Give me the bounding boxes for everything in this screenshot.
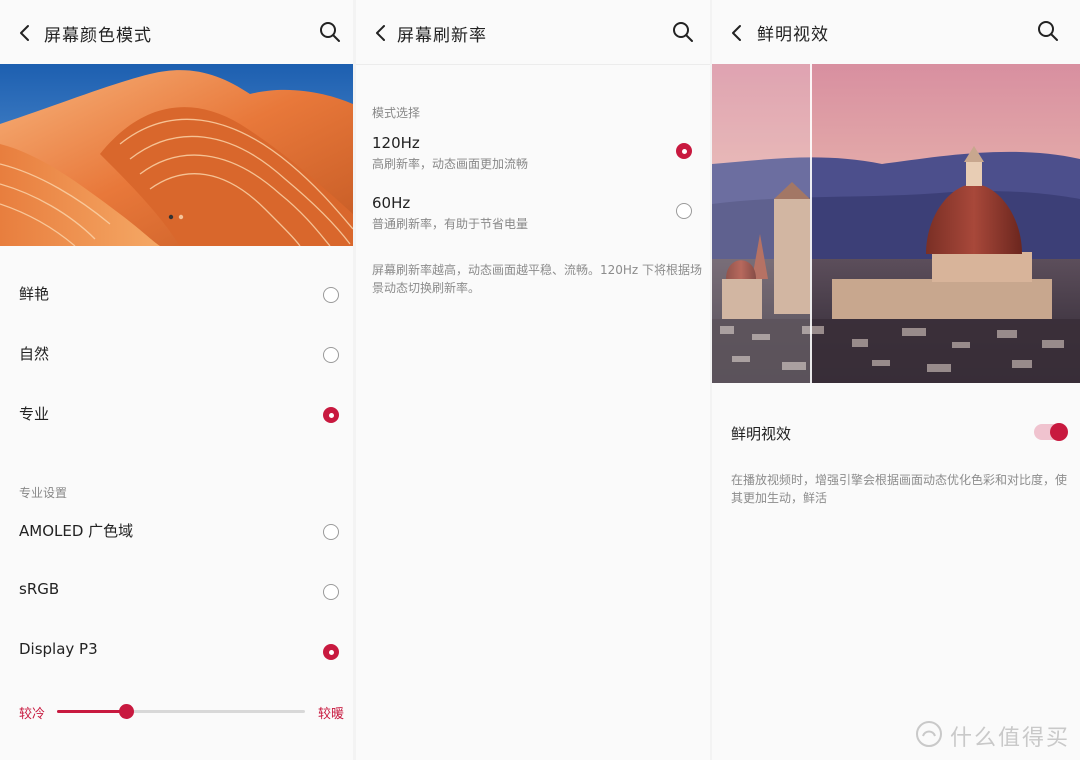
toggle-knob xyxy=(1050,423,1068,441)
mode-option-natural[interactable]: 自然 xyxy=(0,326,353,382)
page-title: 屏幕刷新率 xyxy=(397,26,487,46)
header: 鲜明视效 xyxy=(712,0,1080,64)
color-temperature-slider[interactable] xyxy=(57,704,305,719)
radio-pro[interactable] xyxy=(323,407,339,423)
mode-option-vivid[interactable]: 鲜艳 xyxy=(0,266,353,322)
option-description: 高刷新率，动态画面更加流畅 xyxy=(372,157,529,171)
slider-fill xyxy=(57,710,127,713)
option-label: 鲜艳 xyxy=(19,285,50,303)
radio-amoled[interactable] xyxy=(323,524,339,540)
slider-thumb[interactable] xyxy=(119,704,135,719)
chevron-left-icon[interactable] xyxy=(372,22,390,44)
vivid-note: 在播放视频时，增强引擎会根据画面动态优化色彩和对比度，使其更加生动，鲜活 xyxy=(731,473,1068,505)
radio-natural[interactable] xyxy=(323,347,339,363)
toggle-label: 鲜明视效 xyxy=(731,425,792,443)
option-label: 专业 xyxy=(19,405,50,423)
radio-120hz[interactable] xyxy=(676,143,692,159)
radio-srgb[interactable] xyxy=(323,584,339,600)
refresh-note: 屏幕刷新率越高，动态画面越平稳、流畅。120Hz 下将根据场景动态切换刷新率。 xyxy=(372,263,703,295)
color-mode-screen: 屏幕颜色模式 鲜艳 自然 专业 专业设置 AMOLED 广色域 sRGB Dis… xyxy=(0,0,353,760)
section-title: 专业设置 xyxy=(19,486,68,500)
chevron-left-icon[interactable] xyxy=(728,22,746,44)
option-label: 自然 xyxy=(19,345,50,363)
option-label: sRGB xyxy=(19,580,60,598)
radio-p3[interactable] xyxy=(323,644,339,660)
vivid-toggle-switch[interactable] xyxy=(1034,423,1068,441)
comparison-image xyxy=(712,64,1080,383)
vivid-effect-screen: 鲜明视效 鲜明视效 在播放视频时，增强引擎会根据画面动态优化色彩和对比度，使其更… xyxy=(712,0,1080,760)
header: 屏幕刷新率 xyxy=(356,0,710,65)
section-title: 模式选择 xyxy=(372,106,421,120)
search-icon[interactable] xyxy=(318,20,342,44)
option-label: 120Hz xyxy=(372,134,420,152)
header: 屏幕颜色模式 xyxy=(0,0,353,64)
preview-image xyxy=(0,64,353,246)
pro-option-srgb[interactable]: sRGB xyxy=(0,563,353,619)
pro-option-p3[interactable]: Display P3 xyxy=(0,623,353,679)
option-label: 60Hz xyxy=(372,194,411,212)
page-title: 屏幕颜色模式 xyxy=(44,26,152,46)
chevron-left-icon[interactable] xyxy=(16,22,34,44)
option-description: 普通刷新率，有助于节省电量 xyxy=(372,217,529,231)
option-label: AMOLED 广色域 xyxy=(19,522,134,540)
slider-left-label: 较冷 xyxy=(19,707,46,722)
search-icon[interactable] xyxy=(1036,19,1060,43)
radio-60hz[interactable] xyxy=(676,203,692,219)
search-icon[interactable] xyxy=(671,20,695,44)
slider-right-label: 较暖 xyxy=(318,707,345,722)
page-title: 鲜明视效 xyxy=(757,25,829,45)
watermark-text: 什么值得买 xyxy=(950,726,1071,751)
mode-option-pro[interactable]: 专业 xyxy=(0,386,353,442)
watermark-logo-icon xyxy=(916,721,942,747)
pro-option-amoled[interactable]: AMOLED 广色域 xyxy=(0,503,353,559)
refresh-rate-screen: 屏幕刷新率 模式选择 120Hz 高刷新率，动态画面更加流畅 60Hz 普通刷新… xyxy=(356,0,710,760)
option-label: Display P3 xyxy=(19,640,98,658)
radio-vivid[interactable] xyxy=(323,287,339,303)
